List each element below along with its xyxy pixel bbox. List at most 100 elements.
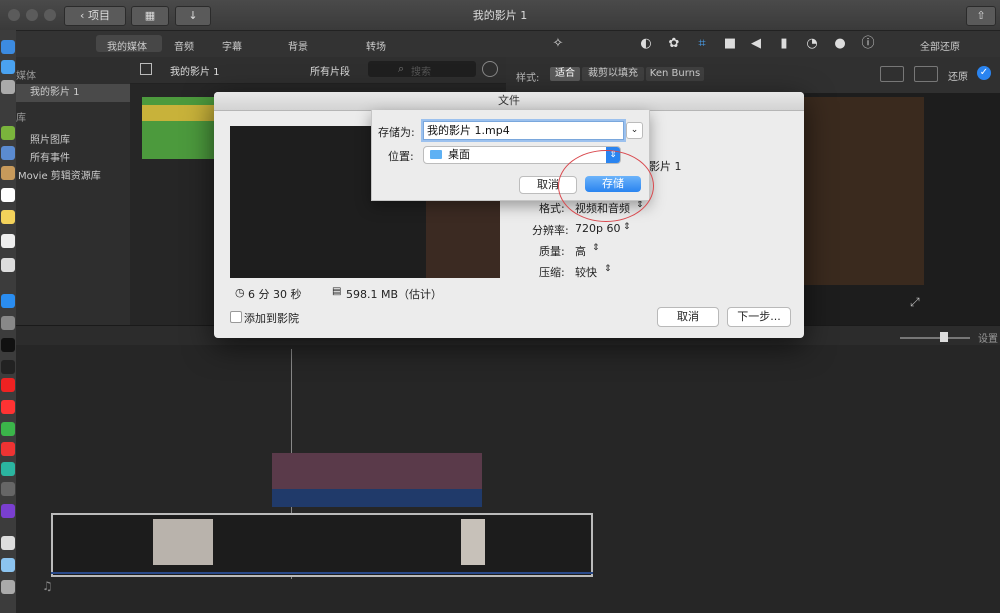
resolution-select[interactable]: 720p 60 (575, 222, 620, 235)
import-media-button[interactable]: ▦ (131, 6, 169, 26)
maps-icon[interactable] (1, 258, 15, 272)
reset-button[interactable]: 还原 (948, 68, 968, 83)
filter-icon[interactable]: ● (832, 36, 848, 52)
tab-audio[interactable]: 音频 (174, 38, 194, 53)
activity-monitor-icon[interactable] (1, 338, 15, 352)
finder-icon[interactable] (1, 40, 15, 54)
preview-icon[interactable] (1, 146, 15, 160)
fullscreen-icon[interactable]: ⤢ (910, 295, 920, 310)
tab-my-media[interactable]: 我的媒体 (107, 38, 147, 53)
compress-select[interactable]: 较快 (575, 264, 597, 280)
safari-icon[interactable] (1, 60, 15, 74)
cancel-button[interactable]: 取消 (657, 307, 719, 327)
netease-music-icon[interactable] (1, 442, 15, 456)
vivaldi-icon[interactable] (1, 378, 15, 392)
clip-filter-select[interactable]: 所有片段 (310, 63, 350, 78)
library-item-movie-library[interactable]: Movie 剪辑资源库 (16, 167, 132, 182)
color-balance-icon[interactable]: ◐ (638, 36, 654, 52)
location-value: 桌面 (448, 148, 470, 161)
next-button[interactable]: 下一步... (727, 307, 791, 327)
stabilization-icon[interactable]: ■ (722, 36, 738, 52)
library-item-events[interactable]: 所有事件 (16, 149, 144, 164)
back-to-projects-button[interactable]: ‹ 项目 (64, 6, 126, 26)
duration-text: 6 分 30 秒 (248, 288, 302, 301)
app-icon[interactable] (1, 462, 15, 476)
notes-icon[interactable] (1, 166, 15, 180)
save-as-label: 存储为: (378, 126, 415, 139)
compress-label: 压缩: (539, 266, 565, 279)
project-label: 我的影片 1 (30, 87, 80, 98)
stickies-icon[interactable] (1, 210, 15, 224)
clip-frame (153, 519, 213, 565)
app-store-icon[interactable] (1, 294, 15, 308)
music-note-icon: ♫ (42, 579, 53, 593)
equalizer-icon[interactable]: ▮ (776, 36, 792, 52)
clip-thumbnail[interactable] (142, 97, 214, 159)
tab-transitions[interactable]: 转场 (366, 38, 386, 53)
color-correction-icon[interactable]: ✿ (666, 36, 682, 52)
overlay-clip[interactable] (272, 453, 482, 489)
calendar-icon[interactable] (1, 188, 15, 202)
media-tabs-bar: 我的媒体 音频 字幕 背景 转场 (16, 31, 506, 58)
rotate-right-icon[interactable] (914, 66, 938, 82)
browser-title: 我的影片 1 (170, 67, 220, 78)
trash-icon[interactable] (1, 580, 15, 594)
project-item[interactable]: 我的影片 1 (16, 84, 130, 102)
dialog-title: 文件 (214, 92, 804, 111)
add-to-theater-checkbox[interactable] (230, 311, 242, 323)
library-section: 库 (16, 113, 26, 124)
stepper-icon: ⇕ (604, 264, 612, 274)
reminders-icon[interactable] (1, 234, 15, 248)
share-button[interactable]: ⇧ (966, 6, 996, 26)
search-placeholder: 搜索 (411, 67, 431, 78)
sidebar-toggle-icon[interactable] (140, 63, 152, 75)
viewer-header: 样式: 适合 裁剪以填充 Ken Burns 还原 ✓ (506, 57, 1000, 93)
imovie-icon[interactable] (1, 504, 15, 518)
library-section-media: 媒体 (16, 71, 36, 82)
search-field[interactable]: ⌕ 搜索 (368, 61, 476, 78)
yandex-icon[interactable] (1, 400, 15, 414)
apply-checkmark-icon[interactable]: ✓ (977, 66, 991, 80)
info-icon[interactable]: ⓘ (860, 36, 876, 52)
clock-icon: ◷ (235, 286, 245, 299)
library-sidebar: 媒体 我的影片 1 库 照片图库 所有事件 Movie 剪辑资源库 (16, 57, 131, 325)
filename-input[interactable]: 我的影片 1.mp4 (423, 121, 624, 140)
tab-backgrounds[interactable]: 背景 (288, 38, 308, 53)
download-button[interactable]: ↓ (175, 6, 211, 26)
film-icon: ▦ (144, 9, 156, 22)
clip-frame-2 (461, 519, 485, 565)
system-preferences-icon[interactable] (1, 316, 15, 330)
magic-wand-icon[interactable]: ✧ (550, 36, 566, 52)
minimize-window-button[interactable] (26, 9, 38, 21)
launchpad-icon[interactable] (1, 80, 15, 94)
style-fit-button[interactable]: 适合 (550, 67, 580, 81)
main-video-clip[interactable] (51, 513, 593, 577)
wechat-icon[interactable] (1, 422, 15, 436)
style-ken-burns-button[interactable]: Ken Burns (646, 67, 704, 81)
annotation-circle (558, 150, 654, 222)
android-icon[interactable] (1, 126, 15, 140)
resolution-label: 分辨率: (532, 224, 569, 237)
quality-label: 质量: (539, 245, 565, 258)
expand-chevron-icon[interactable]: ⌄ (626, 122, 643, 139)
app-icon-2[interactable] (1, 482, 15, 496)
tab-titles[interactable]: 字幕 (222, 38, 242, 53)
library-item-photos[interactable]: 照片图库 (16, 131, 144, 146)
clip-appearance-icon[interactable] (482, 61, 498, 77)
style-crop-fill-button[interactable]: 裁剪以填充 (582, 67, 644, 81)
zoom-slider-knob[interactable] (940, 332, 948, 342)
close-window-button[interactable] (8, 9, 20, 21)
volume-icon[interactable]: ◀ (748, 36, 764, 52)
adjustments-toolbar: ✧ ◐ ✿ ⌗ ■ ◀ ▮ ◔ ● ⓘ 全部还原 (506, 31, 1000, 58)
zoom-window-button[interactable] (44, 9, 56, 21)
document-icon[interactable] (1, 536, 15, 550)
rotate-left-icon[interactable] (880, 66, 904, 82)
where-label: 位置: (388, 150, 414, 163)
downloads-folder-icon[interactable] (1, 558, 15, 572)
reset-all-button[interactable]: 全部还原 (920, 38, 960, 53)
terminal-icon[interactable] (1, 360, 15, 374)
quality-select[interactable]: 高 (575, 243, 586, 259)
crop-icon[interactable]: ⌗ (694, 36, 710, 52)
timeline-settings-button[interactable]: 设置 (978, 330, 998, 345)
speed-icon[interactable]: ◔ (804, 36, 820, 52)
